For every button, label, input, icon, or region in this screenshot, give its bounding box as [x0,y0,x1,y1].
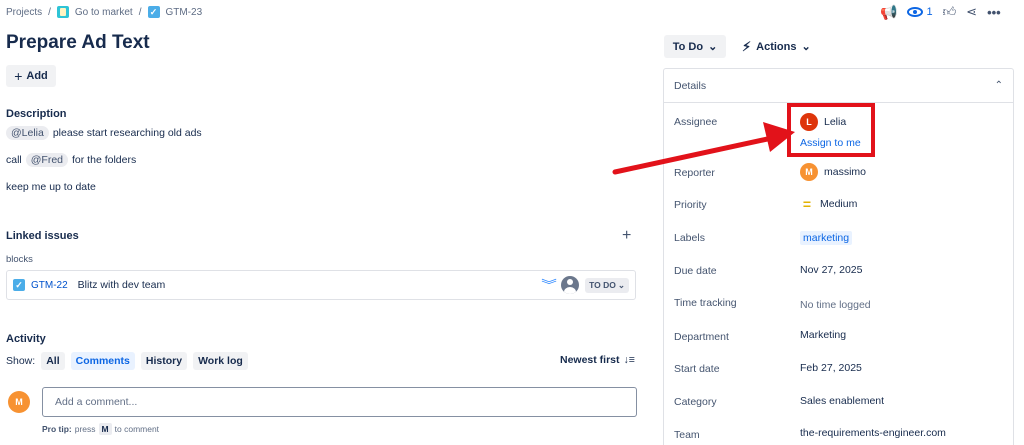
description-line[interactable]: call @Fred for the folders [6,153,136,167]
assignee-label: Assignee [674,116,718,128]
status-button[interactable]: To Do ⌄ [664,35,726,58]
team-label: Team [674,429,700,441]
task-type-icon: ✓ [147,6,160,18]
page-title[interactable]: Prepare Ad Text [6,32,150,54]
labels-label: Labels [674,232,705,244]
department-value[interactable]: Marketing [800,329,846,341]
labels-value[interactable]: marketing [800,231,853,245]
chevron-down-icon: ⌄ [801,41,811,53]
department-label: Department [674,331,729,343]
add-button[interactable]: + Add [6,65,56,87]
pro-tip: Pro tip: press M to comment [42,423,159,435]
watch-button[interactable]: 1 [907,6,933,18]
megaphone-icon[interactable]: 📢 [880,4,897,21]
description-line[interactable]: @Lelia please start researching old ads [6,126,202,140]
annotation-highlight-box [787,103,875,157]
breadcrumb-projects[interactable]: Projects [6,7,42,18]
breadcrumb-separator: / [138,6,142,18]
priority-medium-icon: = [802,196,812,212]
time-tracking-value[interactable]: No time logged [800,299,871,311]
due-date-value[interactable]: Nov 27, 2025 [800,264,862,276]
thumbs-up-icon[interactable]: 👍︎ [943,4,957,20]
breadcrumb: Projects / Go to market / ✓ GTM-23 [6,5,202,19]
description-text: for the folders [72,154,137,166]
add-button-label: Add [26,70,48,82]
mention-lelia[interactable]: @Lelia [6,126,49,140]
description-text: call [6,154,22,166]
breadcrumb-issue-key[interactable]: GTM-23 [166,7,203,18]
issue-header-actions: 📢 1 👍︎ ⋖ ••• [880,3,1001,21]
start-date-value[interactable]: Feb 27, 2025 [800,362,862,374]
status-button-label: To Do [672,40,704,53]
start-date-label: Start date [674,363,720,375]
add-linked-issue-icon[interactable]: + [622,227,631,245]
linked-issue-key[interactable]: GTM-22 [31,280,68,291]
breadcrumb-separator: / [48,6,51,18]
eye-icon [907,7,924,17]
watch-count: 1 [926,6,933,18]
category-value[interactable]: Sales enablement [800,395,884,407]
tab-comments[interactable]: Comments [70,352,135,370]
chevron-up-icon[interactable]: ⌃ [995,80,1003,91]
chevron-down-icon: ⌄ [708,41,718,53]
team-value[interactable]: the-requirements-engineer.com [800,427,946,439]
tab-all[interactable]: All [41,352,65,370]
task-type-icon: ✓ [13,279,25,291]
lightning-icon: ⚡︎ [742,38,752,54]
reporter-name: massimo [824,166,867,178]
label-tag[interactable]: marketing [800,231,853,245]
pro-tip-label: Pro tip: [42,424,72,434]
description-line[interactable]: keep me up to date [6,181,96,193]
priority-label: Priority [674,199,707,211]
due-date-label: Due date [674,265,717,277]
current-user-avatar: M [8,391,30,413]
sort-icon: ↓≡ [623,354,635,366]
chevron-down-icon: ⌄ [617,279,625,290]
mention-fred[interactable]: @Fred [25,153,69,167]
activity-heading: Activity [6,333,46,345]
project-icon [56,6,69,18]
actions-button-label: Actions [756,40,797,53]
priority-lowest-icon: ︾ [541,278,557,292]
time-tracking-label: Time tracking [674,297,737,309]
share-icon[interactable]: ⋖ [966,4,977,20]
priority-value[interactable]: = Medium [800,196,858,212]
pro-tip-text: to comment [114,424,160,434]
sort-label: Newest first [560,354,620,366]
shortcut-key: M [98,423,112,435]
linked-issue-status[interactable]: TO DO ⌄ [585,277,629,293]
pro-tip-text: press [74,424,96,434]
show-label: Show: [6,355,36,367]
status-label: TO DO [589,280,616,290]
category-label: Category [674,396,717,408]
linked-issue-row[interactable]: ✓ GTM-22 Blitz with dev team ︾ TO DO ⌄ [6,270,636,300]
linked-issues-heading: Linked issues [6,230,79,242]
details-header[interactable]: Details ⌃ [664,69,1013,103]
reporter-label: Reporter [674,167,715,179]
details-heading: Details [674,79,707,92]
activity-filter: Show: All Comments History Work log [6,352,248,370]
more-icon[interactable]: ••• [987,5,1001,20]
description-text: please start researching old ads [52,127,202,139]
sort-order-button[interactable]: Newest first ↓≡ [560,354,635,366]
reporter-avatar: M [800,163,818,181]
priority-name: Medium [820,198,858,210]
tab-history[interactable]: History [140,352,188,370]
actions-button[interactable]: ⚡︎ Actions ⌄ [742,35,811,58]
tab-work-log[interactable]: Work log [193,352,248,370]
linked-issue-summary[interactable]: Blitz with dev team [78,279,166,291]
breadcrumb-project[interactable]: Go to market [75,7,133,18]
reporter-value[interactable]: M massimo [800,163,866,181]
link-relation: blocks [6,254,33,265]
plus-icon: + [14,68,23,84]
comment-input[interactable]: Add a comment... [42,387,637,417]
unassigned-avatar-icon[interactable] [561,276,580,294]
description-heading: Description [6,108,67,120]
